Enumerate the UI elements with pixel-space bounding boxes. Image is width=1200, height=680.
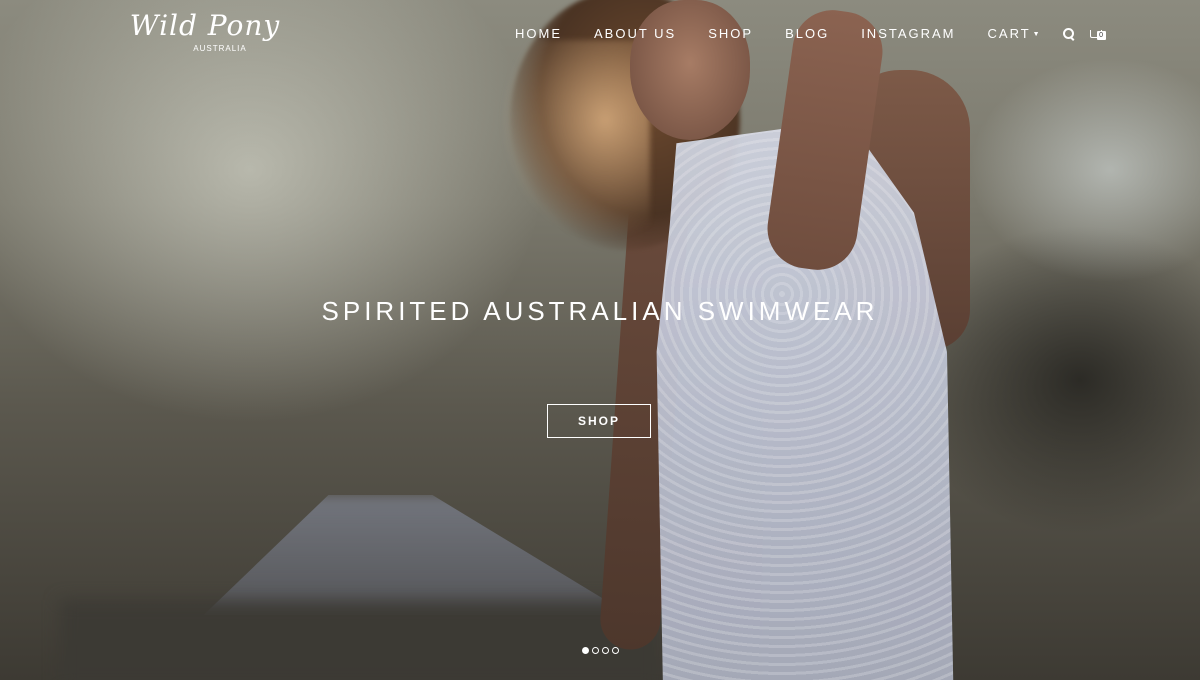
shop-button[interactable]: SHOP xyxy=(547,404,651,438)
nav-blog[interactable]: BLOG xyxy=(785,26,829,41)
main-nav: HOME ABOUT US SHOP BLOG INSTAGRAM CART ▼ … xyxy=(515,26,1108,41)
cart-icon[interactable]: 0 xyxy=(1089,27,1108,41)
brand-logo[interactable]: Wild Pony AUSTRALIA xyxy=(125,6,285,53)
nav-cart[interactable]: CART ▼ xyxy=(988,26,1042,41)
slider-dot[interactable] xyxy=(612,647,619,654)
model-photo xyxy=(480,0,1000,680)
nav-cart-label: CART xyxy=(987,26,1031,41)
nav-instagram[interactable]: INSTAGRAM xyxy=(861,26,955,41)
slider-dot[interactable] xyxy=(582,647,589,654)
slider-dot[interactable] xyxy=(602,647,609,654)
nav-shop[interactable]: SHOP xyxy=(708,26,753,41)
hero-headline: SPIRITED AUSTRALIAN SWIMWEAR xyxy=(321,296,879,326)
hero-banner: Wild Pony AUSTRALIA HOME ABOUT US SHOP B… xyxy=(0,0,1200,680)
nav-home[interactable]: HOME xyxy=(515,26,562,41)
nav-about-us[interactable]: ABOUT US xyxy=(594,26,676,41)
logo-wordmark: Wild Pony xyxy=(129,9,281,42)
slider-dots xyxy=(582,647,622,654)
search-icon[interactable] xyxy=(1062,27,1076,41)
cart-count-badge: 0 xyxy=(1096,30,1106,40)
slider-dot[interactable] xyxy=(592,647,599,654)
chevron-down-icon: ▼ xyxy=(1032,31,1042,39)
